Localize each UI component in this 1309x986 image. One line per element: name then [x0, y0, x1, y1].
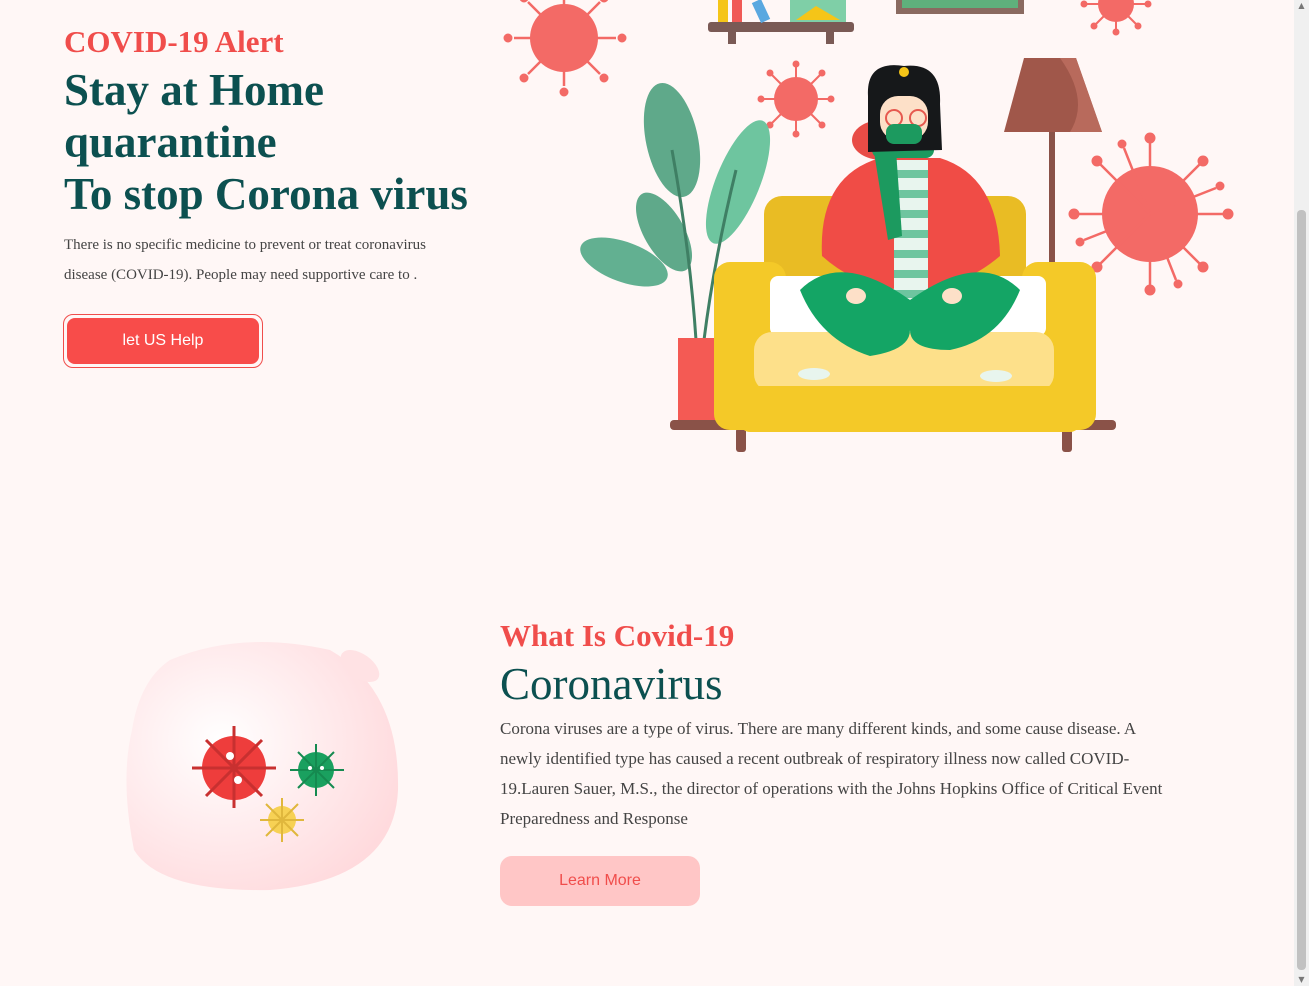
about-title: Coronavirus	[500, 659, 723, 709]
vertical-scrollbar[interactable]: ▲ ▼	[1294, 0, 1309, 986]
woman-icon	[798, 65, 1020, 382]
virus-icon	[757, 60, 835, 138]
woman-on-sofa-quarantine-icon	[503, 0, 1234, 452]
let-us-help-button[interactable]: let US Help	[67, 318, 259, 364]
scrollbar-thumb[interactable]	[1297, 210, 1306, 970]
hero-text: COVID-19 Alert Stay at Home quarantine T…	[64, 24, 504, 290]
yellow-virus-icon	[260, 798, 304, 842]
about-kicker: What Is Covid-19	[500, 618, 735, 653]
virus-cells-blob-icon	[126, 642, 399, 891]
virus-icon	[503, 0, 627, 97]
virus-icon	[1080, 0, 1152, 36]
about-description: Corona viruses are a type of virus. Ther…	[500, 719, 1163, 828]
hero-kicker: COVID-19 Alert	[64, 24, 284, 59]
learn-more-button[interactable]: Learn More	[500, 856, 700, 906]
scroll-up-arrow-icon[interactable]: ▲	[1297, 2, 1306, 10]
hero-title: Stay at Home quarantine To stop Corona v…	[64, 64, 504, 220]
hero-title-line: Stay at Home	[64, 65, 324, 115]
bookshelf-icon	[708, 0, 1024, 44]
about-text: What Is Covid-19 Coronavirus Corona viru…	[500, 616, 1180, 834]
hero-description: There is no specific medicine to prevent…	[64, 237, 426, 283]
hero-title-line: quarantine	[64, 117, 277, 167]
scroll-down-arrow-icon[interactable]: ▼	[1297, 976, 1306, 984]
hero-title-line: To stop Corona virus	[64, 169, 468, 219]
help-button-frame: let US Help	[63, 314, 263, 368]
